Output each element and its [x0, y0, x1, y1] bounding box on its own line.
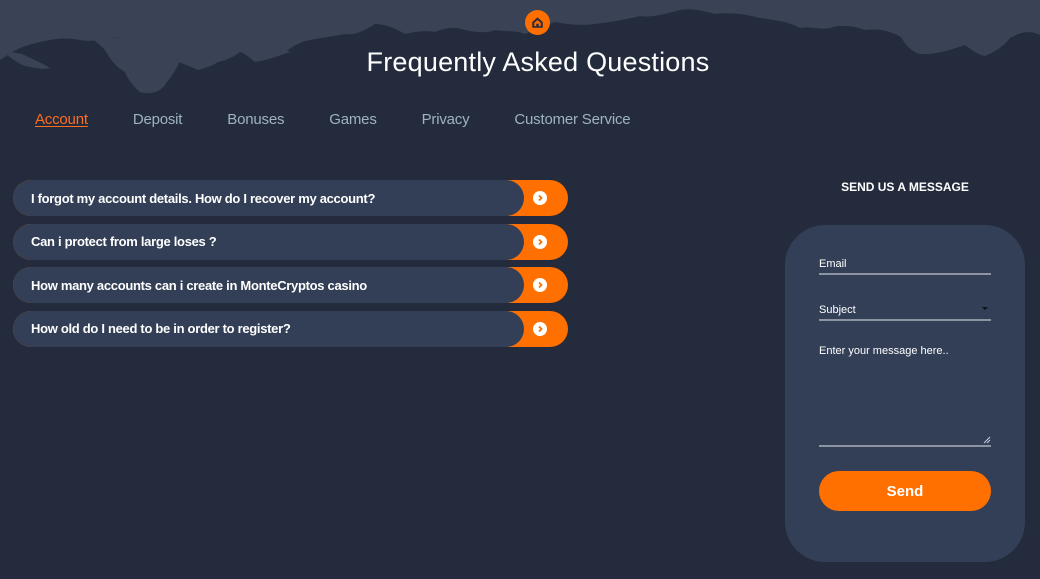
subject-select[interactable]: Subject: [819, 299, 991, 321]
chevron-right-circle-icon[interactable]: [533, 234, 547, 249]
faq-item[interactable]: How old do I need to be in order to regi…: [13, 310, 568, 347]
tab-customer-service[interactable]: Customer Service: [514, 110, 630, 130]
tab-account[interactable]: Account: [35, 110, 88, 130]
resize-grip-icon[interactable]: [983, 436, 991, 444]
faq-list: I forgot my account details. How do I re…: [13, 180, 568, 354]
message-field-wrapper: [819, 345, 991, 447]
chevron-right-circle-icon[interactable]: [533, 321, 547, 336]
home-icon: [532, 17, 543, 28]
email-field[interactable]: [819, 253, 991, 273]
faq-question: How old do I need to be in order to regi…: [13, 310, 524, 347]
faq-question: I forgot my account details. How do I re…: [13, 180, 524, 216]
message-textarea[interactable]: [819, 345, 991, 444]
email-field-wrapper: [819, 253, 991, 275]
subject-select-value: Subject: [819, 304, 856, 316]
chevron-right-circle-icon[interactable]: [533, 191, 547, 205]
faq-question: How many accounts can i create in MonteC…: [13, 267, 524, 303]
home-button[interactable]: [525, 10, 550, 35]
contact-form-title: SEND US A MESSAGE: [841, 180, 969, 194]
send-button[interactable]: Send: [819, 471, 991, 511]
contact-form: Subject Send: [785, 225, 1025, 562]
faq-question: Can i protect from large loses ?: [13, 223, 524, 260]
faq-item[interactable]: Can i protect from large loses ?: [13, 223, 568, 260]
tab-games[interactable]: Games: [329, 110, 377, 130]
faq-item[interactable]: How many accounts can i create in MonteC…: [13, 267, 568, 303]
page-title: Frequently Asked Questions: [366, 47, 710, 77]
tab-privacy[interactable]: Privacy: [422, 110, 470, 130]
faq-item[interactable]: I forgot my account details. How do I re…: [13, 180, 568, 216]
tab-bonuses[interactable]: Bonuses: [227, 110, 284, 130]
faq-category-tabs: Account Deposit Bonuses Games Privacy Cu…: [35, 110, 675, 130]
chevron-right-circle-icon[interactable]: [533, 278, 547, 292]
caret-down-icon: [982, 307, 988, 310]
tab-deposit[interactable]: Deposit: [133, 110, 183, 130]
